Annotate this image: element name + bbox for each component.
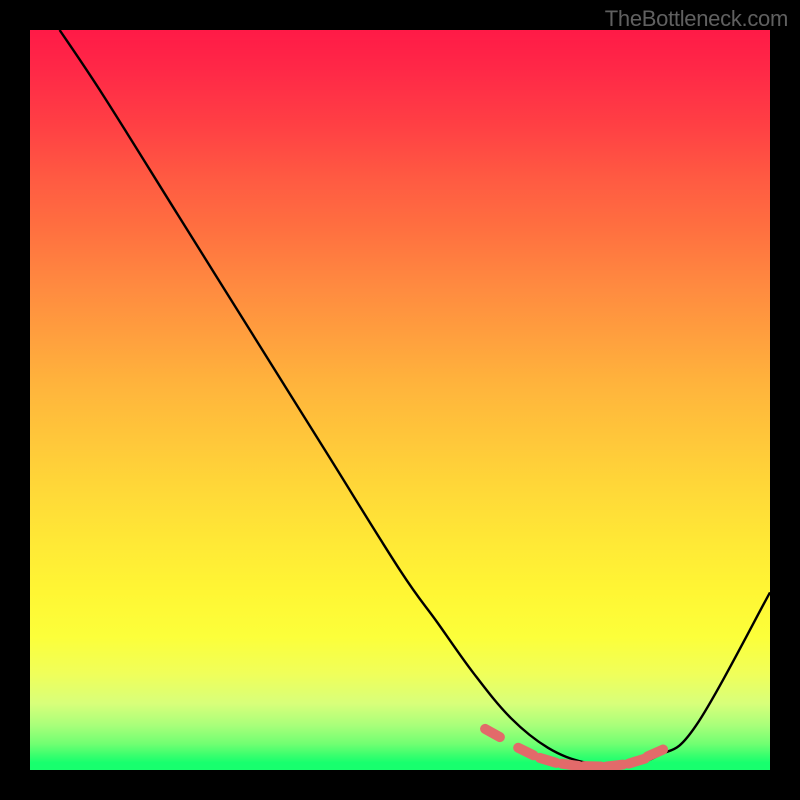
watermark-text: TheBottleneck.com (605, 6, 788, 32)
highlight-markers-group (485, 729, 663, 767)
highlight-marker (606, 765, 623, 767)
bottleneck-curve (60, 30, 770, 767)
chart-background (30, 30, 770, 770)
highlight-marker (518, 748, 533, 756)
highlight-marker (562, 764, 579, 766)
highlight-marker (540, 758, 556, 763)
highlight-marker (629, 759, 645, 764)
chart-svg (30, 30, 770, 770)
highlight-marker (485, 729, 500, 737)
highlight-marker (648, 750, 664, 757)
